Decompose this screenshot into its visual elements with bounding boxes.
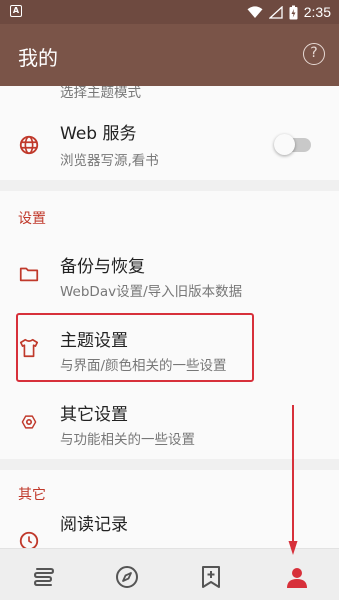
backup-restore-title: 备份与恢复 (60, 257, 145, 277)
toggle-knob (274, 134, 295, 155)
status-icons: 2:35 (247, 4, 331, 20)
battery-charging-icon (289, 5, 298, 19)
compass-icon[interactable] (114, 564, 140, 590)
page-title: 我的 (18, 46, 58, 70)
bookshelf-icon[interactable] (30, 564, 56, 590)
app-notification-icon: A (10, 5, 22, 17)
other-settings-title: 其它设置 (60, 405, 128, 425)
annotation-arrow (288, 405, 298, 555)
hexagon-settings-icon (21, 415, 37, 429)
person-icon[interactable] (284, 564, 310, 590)
theme-mode-subtitle: 选择主题模式 (60, 86, 141, 101)
app-bar: 我的 ? (0, 24, 339, 86)
reading-history-title: 阅读记录 (60, 515, 128, 535)
general-card: 选择主题模式 Web 服务 浏览器写源,看书 (0, 86, 339, 180)
highlight-box (16, 313, 254, 382)
status-time: 2:35 (303, 4, 331, 20)
wifi-icon (247, 5, 263, 18)
other-settings-subtitle: 与功能相关的一些设置 (60, 432, 195, 448)
list-item-backup-restore[interactable]: 备份与恢复 WebDav设置/导入旧版本数据 (0, 239, 339, 311)
web-service-toggle[interactable] (274, 134, 311, 155)
help-circle-icon[interactable]: ? (303, 43, 325, 65)
other-section-label: 其它 (18, 487, 46, 503)
status-bar: A 2:35 (0, 0, 339, 24)
folder-icon (19, 267, 39, 282)
settings-section-label: 设置 (18, 211, 46, 227)
bookmark-add-icon[interactable] (198, 564, 224, 590)
backup-restore-subtitle: WebDav设置/导入旧版本数据 (60, 284, 243, 300)
web-service-subtitle: 浏览器写源,看书 (60, 153, 159, 169)
clock-icon (19, 531, 39, 548)
web-service-title: Web 服务 (60, 124, 137, 144)
signal-icon (268, 5, 283, 19)
globe-icon (19, 135, 39, 155)
bottom-nav (0, 548, 339, 600)
